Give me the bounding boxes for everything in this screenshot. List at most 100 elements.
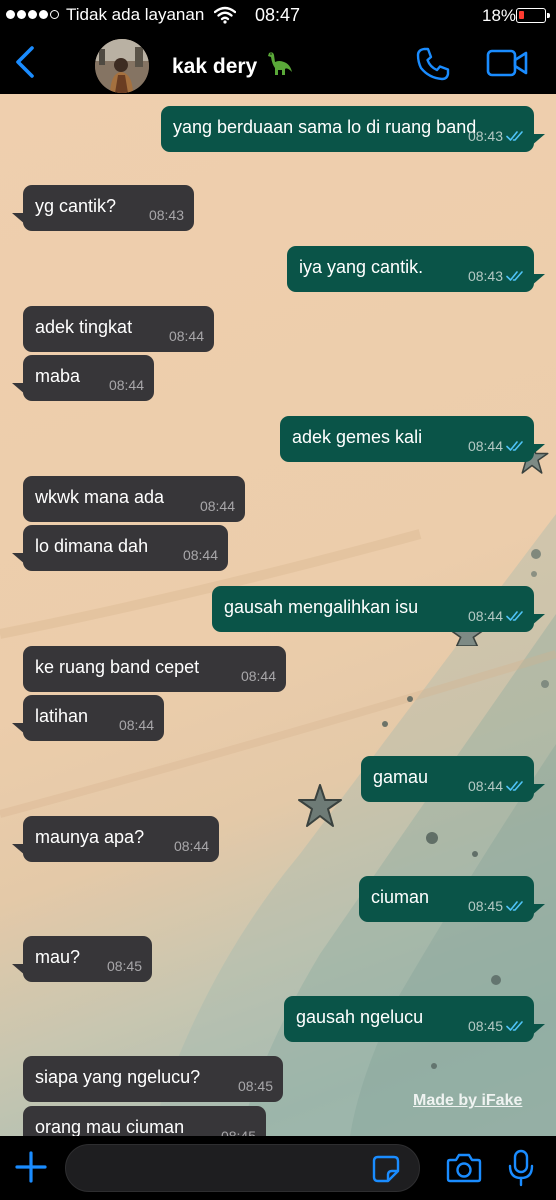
message-text: ciuman — [371, 887, 430, 907]
sticker-icon[interactable] — [372, 1155, 400, 1183]
contact-avatar[interactable] — [95, 39, 149, 93]
signal-strength-icon — [6, 10, 59, 19]
message-input-bar — [0, 1136, 556, 1200]
message-meta: 08:44 — [468, 608, 526, 624]
message-time: 08:45 — [237, 1078, 273, 1094]
video-call-icon[interactable] — [486, 48, 528, 78]
incoming-message[interactable]: ke ruang band cepet 08:44 — [23, 646, 286, 692]
message-meta: 08:44 — [200, 498, 235, 514]
message-time: 08:44 — [108, 377, 144, 393]
battery-icon — [516, 8, 550, 23]
camera-icon[interactable] — [446, 1152, 482, 1184]
message-time: 08:44 — [467, 778, 503, 794]
voice-call-icon[interactable] — [415, 46, 451, 82]
contact-name[interactable]: kak dery — [172, 50, 293, 79]
message-meta: 08:45 — [468, 1018, 526, 1034]
double-check-icon — [506, 611, 523, 621]
message-meta: 08:44 — [183, 547, 218, 563]
message-text: gausah ngelucu — [296, 1007, 424, 1027]
message-input[interactable] — [65, 1144, 420, 1192]
message-text: gamau — [373, 767, 429, 787]
message-meta: 08:44 — [169, 328, 204, 344]
message-time: 08:44 — [199, 498, 235, 514]
message-text: yang berduaan sama lo di ruang band — [173, 117, 477, 137]
message-time: 08:44 — [168, 328, 204, 344]
message-meta: 08:45 — [107, 958, 142, 974]
message-text: latihan — [35, 706, 89, 726]
watermark: Made by iFake — [413, 1092, 523, 1109]
message-time: 08:44 — [467, 608, 503, 624]
message-text: siapa yang ngelucu? — [35, 1067, 201, 1087]
clock: 08:47 — [255, 5, 301, 25]
message-text: maunya apa? — [35, 827, 145, 847]
message-time: 08:44 — [467, 438, 503, 454]
message-text: maba — [35, 366, 81, 386]
chat-messages[interactable]: yang berduaan sama lo di ruang band 08:43… — [0, 94, 556, 1136]
double-check-icon — [506, 131, 523, 141]
message-time: 08:43 — [467, 128, 503, 144]
message-time: 08:44 — [240, 668, 276, 684]
message-meta: 08:43 — [468, 128, 526, 144]
message-meta: 08:45 — [221, 1128, 256, 1136]
message-meta: 08:44 — [241, 668, 276, 684]
star-doodle-icon — [298, 784, 342, 827]
message-meta: 08:44 — [468, 438, 526, 454]
message-time: 08:43 — [467, 268, 503, 284]
double-check-icon — [506, 901, 523, 911]
plus-icon[interactable] — [14, 1150, 48, 1184]
double-check-icon — [506, 441, 523, 451]
message-meta: 08:44 — [468, 778, 526, 794]
message-text: gausah mengalihkan isu — [224, 597, 419, 617]
double-check-icon — [506, 1021, 523, 1031]
message-text: mau? — [35, 947, 81, 967]
message-meta: 08:43 — [149, 207, 184, 223]
message-time: 08:45 — [106, 958, 142, 974]
message-meta: 08:44 — [109, 377, 144, 393]
message-text: lo dimana dah — [35, 536, 149, 556]
message-text: adek gemes kali — [292, 427, 423, 447]
incoming-message[interactable]: siapa yang ngelucu? 08:45 — [23, 1056, 283, 1102]
outgoing-message[interactable]: iya yang cantik. 08:43 — [287, 246, 545, 292]
incoming-message[interactable]: yg cantik? 08:43 — [12, 185, 194, 231]
message-meta: 08:44 — [119, 717, 154, 733]
message-time: 08:45 — [467, 1018, 503, 1034]
message-time: 08:44 — [118, 717, 154, 733]
message-text: yg cantik? — [35, 196, 117, 216]
message-time: 08:43 — [148, 207, 184, 223]
message-meta: 08:44 — [174, 838, 209, 854]
outgoing-message[interactable]: gausah mengalihkan isu 08:44 — [212, 586, 545, 632]
message-text: iya yang cantik. — [299, 257, 424, 277]
incoming-message[interactable]: adek tingkat 08:44 — [23, 306, 214, 352]
incoming-message[interactable]: mau? 08:45 — [12, 936, 152, 982]
outgoing-message[interactable]: gamau 08:44 — [361, 756, 545, 802]
message-text: wkwk mana ada — [35, 487, 165, 507]
message-meta: 08:45 — [468, 898, 526, 914]
battery-percentage: 18% — [482, 6, 517, 25]
message-text: orang mau ciuman — [35, 1117, 185, 1136]
message-time: 08:44 — [173, 838, 209, 854]
outgoing-message[interactable]: yang berduaan sama lo di ruang band 08:43 — [161, 106, 545, 152]
carrier-label: Tidak ada layanan — [66, 5, 205, 24]
message-time: 08:44 — [182, 547, 218, 563]
message-time: 08:45 — [220, 1128, 256, 1136]
incoming-message[interactable]: wkwk mana ada 08:44 — [23, 476, 245, 522]
message-time: 08:45 — [467, 898, 503, 914]
incoming-message[interactable]: lo dimana dah 08:44 — [12, 525, 228, 571]
incoming-message[interactable]: orang mau ciuman 08:45 — [23, 1106, 266, 1136]
message-meta: 08:45 — [238, 1078, 273, 1094]
microphone-icon[interactable] — [508, 1149, 534, 1187]
chat-header: kak dery — [0, 32, 556, 94]
message-text: adek tingkat — [35, 317, 133, 337]
wifi-icon — [214, 6, 236, 24]
sauropod-emoji-icon — [268, 52, 293, 75]
outgoing-message[interactable]: adek gemes kali 08:44 — [280, 416, 545, 462]
outgoing-message[interactable]: gausah ngelucu 08:45 — [284, 996, 545, 1042]
double-check-icon — [506, 781, 523, 791]
status-bar: Tidak ada layanan 08:47 18% — [0, 0, 556, 32]
incoming-message[interactable]: maba 08:44 — [12, 355, 154, 401]
message-text: ke ruang band cepet — [35, 657, 200, 677]
incoming-message[interactable]: latihan 08:44 — [12, 695, 164, 741]
back-chevron-icon[interactable] — [10, 42, 40, 82]
outgoing-message[interactable]: ciuman 08:45 — [359, 876, 545, 922]
incoming-message[interactable]: maunya apa? 08:44 — [12, 816, 219, 862]
